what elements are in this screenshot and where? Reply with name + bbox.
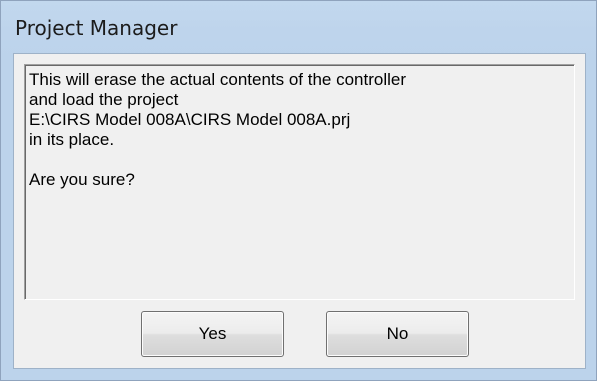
dialog-title: Project Manager — [15, 16, 178, 40]
title-bar[interactable]: Project Manager — [1, 1, 596, 55]
message-text: This will erase the actual contents of t… — [29, 70, 407, 189]
project-manager-dialog: Project Manager This will erase the actu… — [0, 0, 597, 381]
no-button[interactable]: No — [326, 311, 469, 357]
message-panel: This will erase the actual contents of t… — [24, 64, 575, 300]
dialog-client-area: This will erase the actual contents of t… — [13, 53, 586, 369]
yes-button[interactable]: Yes — [141, 311, 284, 357]
